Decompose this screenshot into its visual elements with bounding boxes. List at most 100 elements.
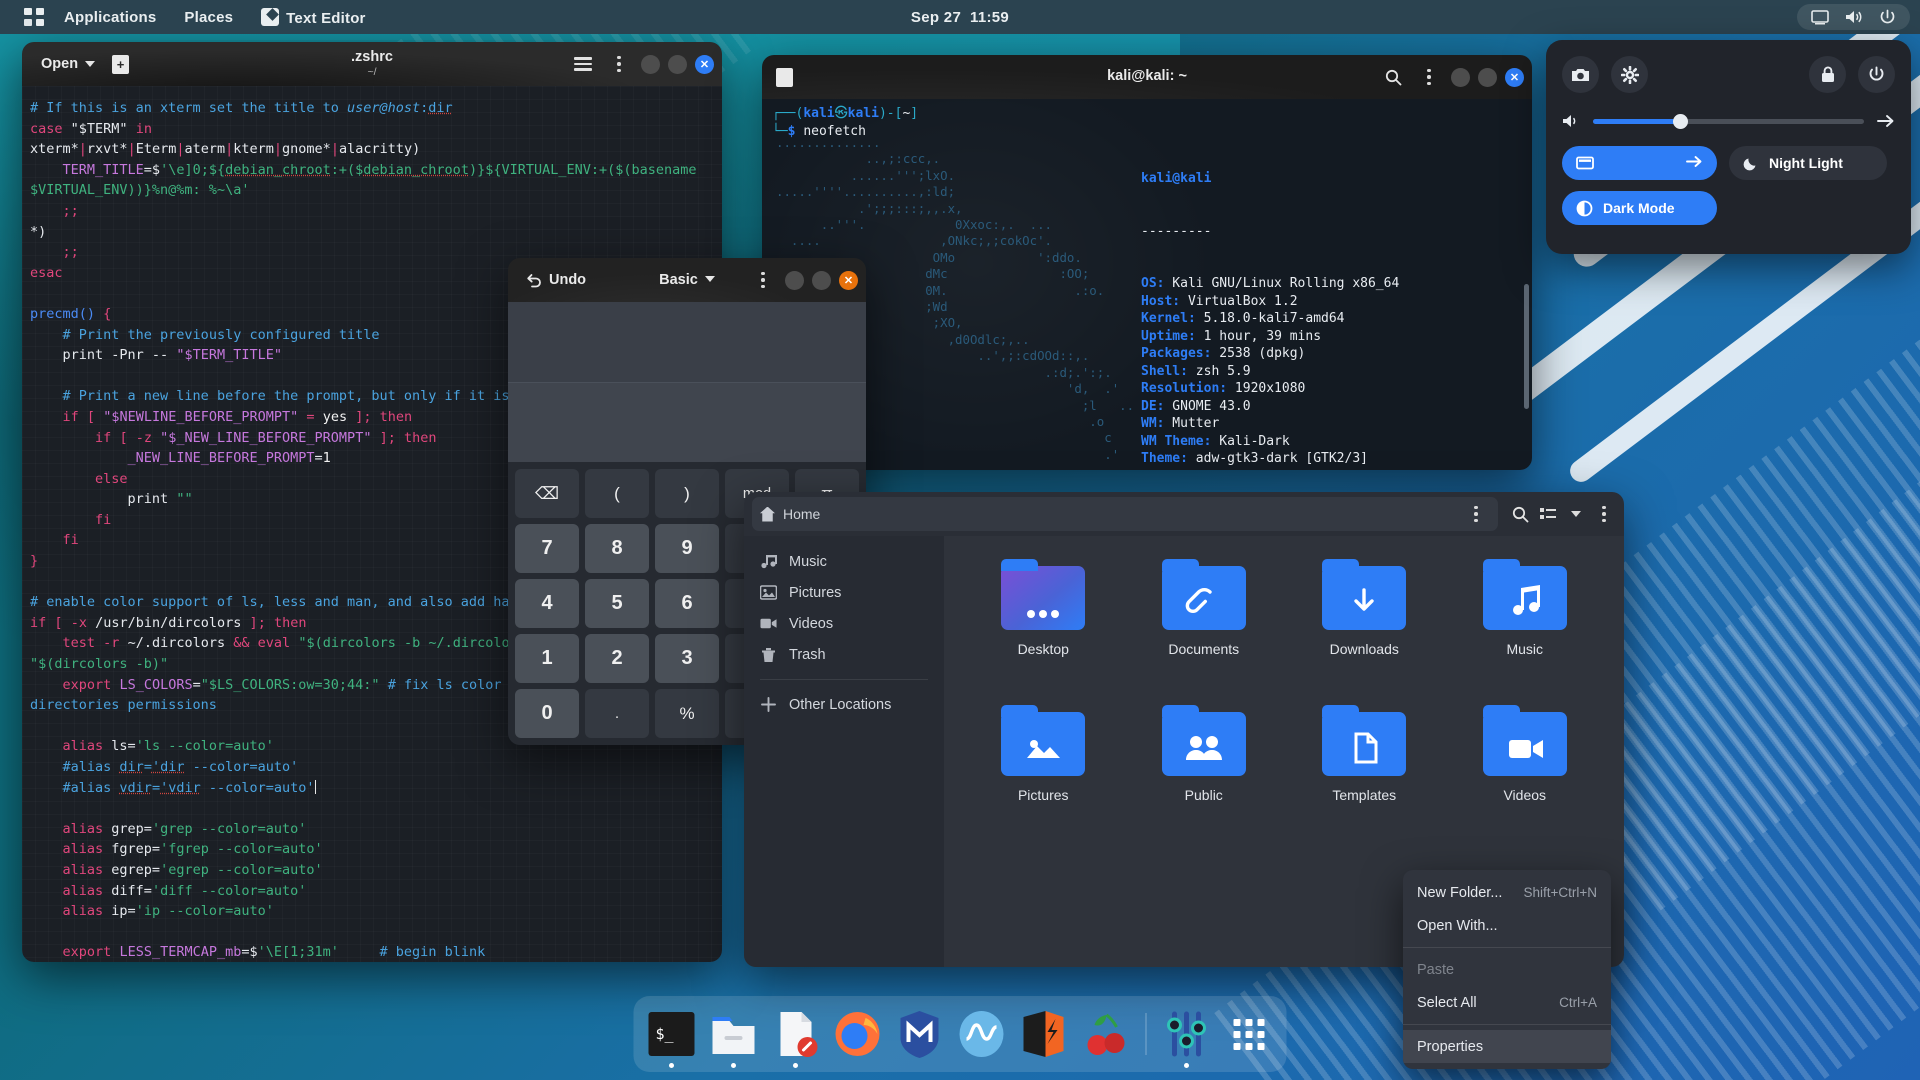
list-view-icon[interactable] (1534, 500, 1562, 528)
topbar-clock[interactable]: Sep 27 11:59 (911, 9, 1009, 26)
search-icon[interactable] (1379, 63, 1407, 91)
hamburger-menu-icon[interactable] (569, 50, 597, 78)
dock-item-text-editor[interactable] (771, 1009, 821, 1068)
dock-item-wireshark[interactable] (957, 1009, 1007, 1059)
menu-item-paste[interactable]: Paste (1403, 953, 1611, 986)
sidebar-item-music[interactable]: Music (744, 546, 944, 577)
dock-item-files[interactable] (709, 1009, 759, 1068)
close-button[interactable]: ✕ (695, 54, 714, 74)
calc-key-two[interactable]: 2 (585, 634, 649, 683)
volume-slider-knob[interactable] (1672, 113, 1688, 129)
file-item[interactable]: Downloads (1289, 558, 1440, 698)
menu-item-select-all[interactable]: Select All Ctrl+A (1403, 986, 1611, 1019)
minimize-button[interactable] (1451, 67, 1470, 87)
maximize-button[interactable] (812, 270, 831, 290)
dock-running-indicator (1184, 1063, 1189, 1068)
screen-sharing-tile-expand[interactable] (1674, 155, 1703, 171)
calc-key-eight[interactable]: 8 (585, 524, 649, 573)
neofetch-entry-value: 1920x1080 (1227, 381, 1306, 396)
maximize-button[interactable] (1478, 67, 1497, 87)
dock-item-metasploit[interactable] (895, 1009, 945, 1059)
arrow-right-icon[interactable] (1877, 114, 1895, 128)
sidebar-item-videos[interactable]: Videos (744, 608, 944, 639)
file-item[interactable]: Documents (1129, 558, 1280, 698)
menu-divider (1403, 1024, 1611, 1025)
wireshark-icon (959, 1011, 1004, 1057)
more-options-icon[interactable] (1415, 63, 1443, 91)
dock-item-show-apps[interactable] (1224, 1009, 1274, 1059)
calc-key-backspace[interactable]: ⌫ (515, 469, 579, 518)
dock-item-settings[interactable] (1162, 1009, 1212, 1068)
topbar-system-tray[interactable] (1797, 4, 1910, 30)
path-more-options-icon[interactable] (1462, 500, 1490, 528)
home-icon (760, 506, 775, 522)
terminal-scrollbar[interactable] (1524, 284, 1529, 409)
sidebar-item-trash[interactable]: Trash (744, 639, 944, 670)
file-item[interactable]: Templates (1289, 704, 1440, 844)
minimize-button[interactable] (785, 270, 804, 290)
path-bar[interactable]: Home (752, 497, 1498, 531)
dock-running-indicator (793, 1063, 798, 1068)
dock-item-burpsuite[interactable] (1019, 1009, 1069, 1059)
neofetch-entry: Kernel: 5.18.0-kali7-amd64 (1141, 310, 1431, 328)
dock-item-firefox[interactable] (833, 1009, 883, 1059)
calc-key-four[interactable]: 4 (515, 579, 579, 628)
calc-key-open-paren[interactable]: ( (585, 469, 649, 518)
maximize-button[interactable] (668, 54, 687, 74)
calc-key-zero[interactable]: 0 (515, 689, 579, 738)
power-icon[interactable] (1858, 56, 1895, 93)
new-document-icon[interactable] (112, 54, 130, 74)
files-icon (712, 1017, 755, 1054)
calculator-display[interactable] (508, 302, 866, 462)
activities-grid-icon[interactable] (24, 8, 44, 26)
sidebar-item-label: Music (789, 553, 827, 570)
topbar-places-menu[interactable]: Places (170, 4, 247, 31)
terminal-output[interactable]: ┌──(kali㉿kali)-[~] └─$ neofetch ........… (762, 99, 1532, 470)
night-light-tile[interactable]: Night Light (1729, 146, 1887, 180)
sidebar-item-label: Trash (789, 646, 826, 663)
volume-icon[interactable] (1562, 113, 1580, 129)
calc-key-decimal-point[interactable]: . (585, 689, 649, 738)
calc-key-five[interactable]: 5 (585, 579, 649, 628)
menu-item-properties[interactable]: Properties (1403, 1030, 1611, 1063)
close-button[interactable]: ✕ (839, 270, 858, 290)
topbar-applications-menu[interactable]: Applications (50, 4, 170, 31)
calc-key-close-paren[interactable]: ) (655, 469, 719, 518)
close-button[interactable]: ✕ (1505, 67, 1524, 87)
search-icon[interactable] (1506, 500, 1534, 528)
lock-icon[interactable] (1809, 56, 1846, 93)
topbar-active-app[interactable]: Text Editor (247, 3, 379, 32)
open-file-button[interactable]: Open (32, 51, 104, 77)
terminal-titlebar: kali@kali: ~ ✕ (762, 55, 1532, 99)
file-item[interactable]: Public (1129, 704, 1280, 844)
neofetch-entry-value: zsh 5.9 (1187, 363, 1251, 379)
menu-item-open-with[interactable]: Open With... (1403, 909, 1611, 942)
gear-icon[interactable] (1611, 56, 1648, 93)
file-item[interactable]: Music (1450, 558, 1601, 698)
dock-item-cherrytree[interactable] (1081, 1009, 1131, 1059)
sidebar-item-other-locations[interactable]: Other Locations (744, 689, 944, 720)
file-item[interactable]: Videos (1450, 704, 1601, 844)
neofetch-entry-value: GNOME 43.0 (1164, 398, 1251, 414)
file-item[interactable]: Desktop (968, 558, 1119, 698)
calc-key-percent[interactable]: % (655, 689, 719, 738)
menu-item-new-folder[interactable]: New Folder... Shift+Ctrl+N (1403, 876, 1611, 909)
file-item[interactable]: Pictures (968, 704, 1119, 844)
volume-slider[interactable] (1593, 113, 1864, 129)
chevron-down-icon[interactable] (1562, 500, 1590, 528)
dock-item-terminal[interactable]: $_ (647, 1009, 697, 1068)
calc-key-three[interactable]: 3 (655, 634, 719, 683)
more-options-icon[interactable] (749, 266, 777, 294)
camera-icon[interactable] (1562, 56, 1599, 93)
calc-key-nine[interactable]: 9 (655, 524, 719, 573)
more-options-icon[interactable] (1590, 500, 1618, 528)
screen-sharing-tile[interactable] (1562, 146, 1717, 180)
calc-key-one[interactable]: 1 (515, 634, 579, 683)
calc-key-seven[interactable]: 7 (515, 524, 579, 573)
more-options-icon[interactable] (605, 50, 633, 78)
calculator-mode-label: Basic (659, 272, 698, 288)
sidebar-item-pictures[interactable]: Pictures (744, 577, 944, 608)
calc-key-six[interactable]: 6 (655, 579, 719, 628)
minimize-button[interactable] (641, 54, 660, 74)
dark-mode-tile[interactable]: Dark Mode (1562, 191, 1717, 225)
